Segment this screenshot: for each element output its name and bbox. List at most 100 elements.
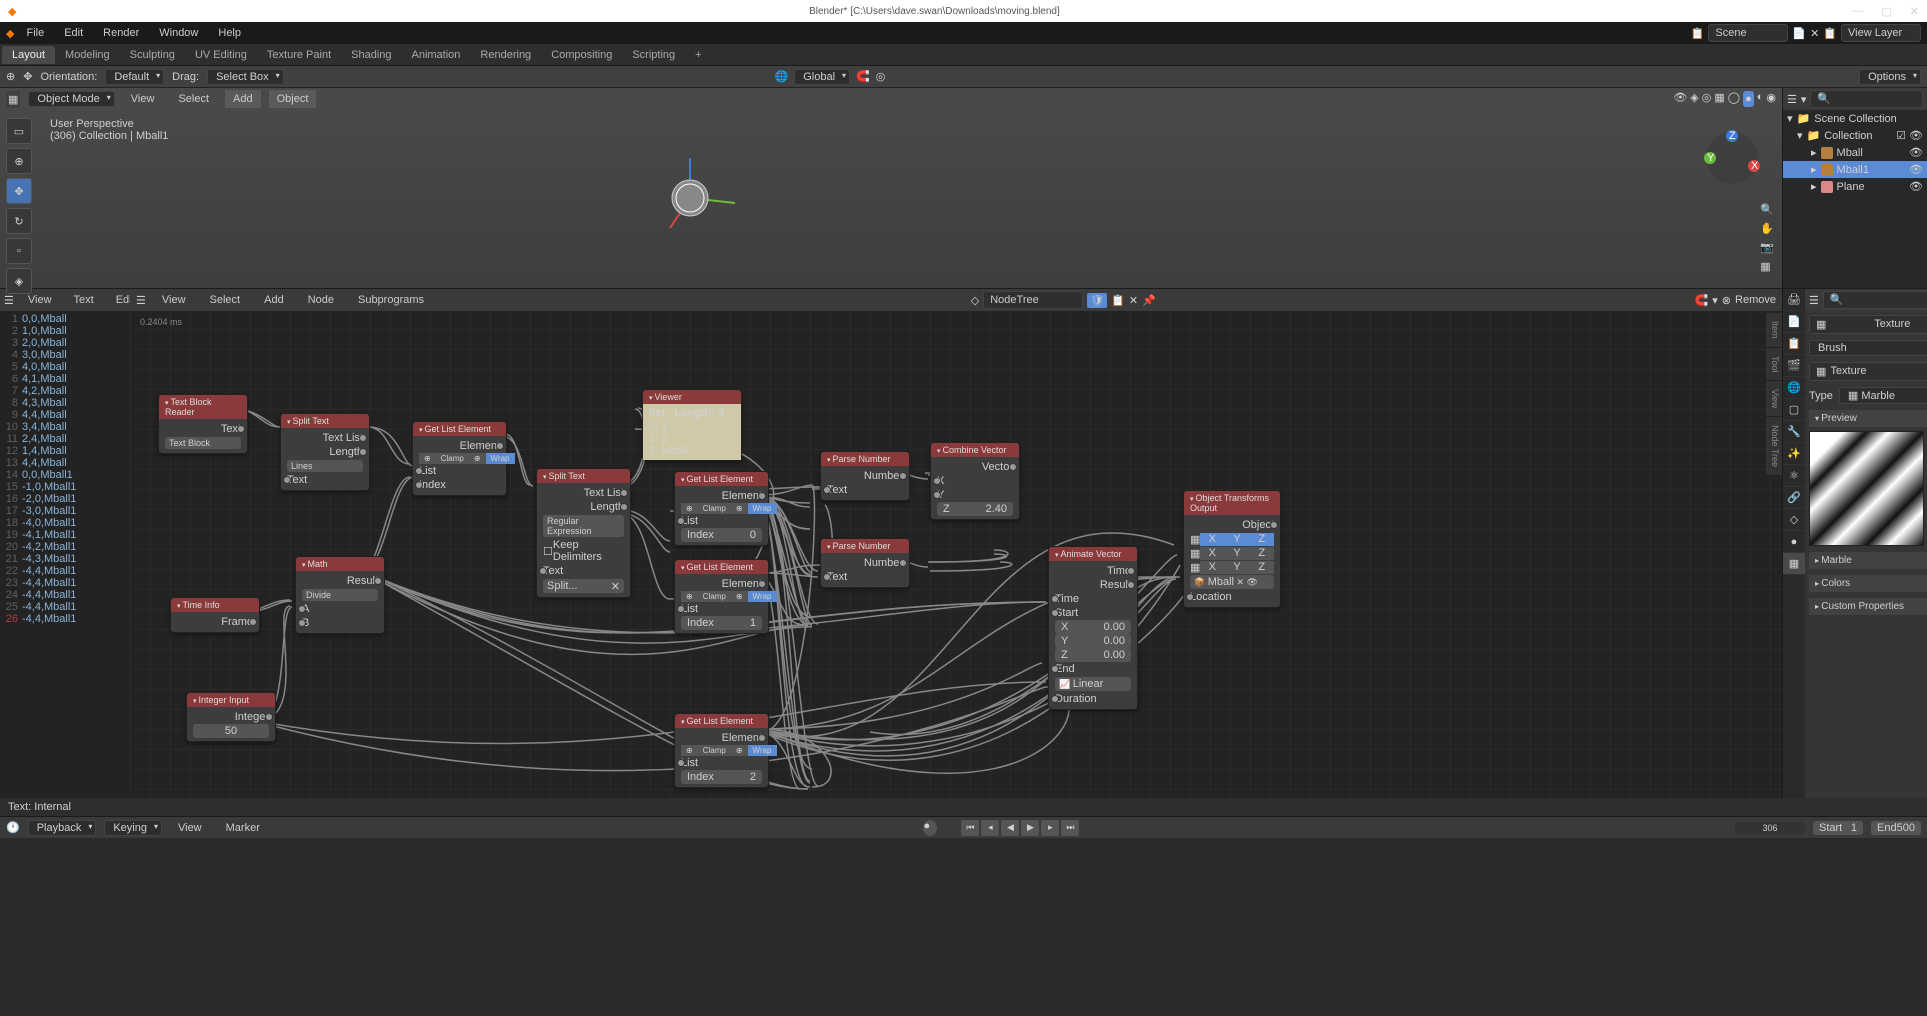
menu-window[interactable]: Window [151, 24, 206, 42]
node-parse-number-2[interactable]: Parse Number Number Text [820, 538, 910, 588]
keyframe-prev-button[interactable]: ◂ [981, 820, 999, 836]
ws-tab-scripting[interactable]: Scripting [622, 46, 685, 64]
prop-tab-particles[interactable]: ✨ [1783, 443, 1805, 465]
text-body[interactable]: 10,0,Mball21,0,Mball32,0,Mball43,0,Mball… [0, 311, 130, 798]
shading-wireframe-icon[interactable]: ◯ [1728, 91, 1740, 107]
ws-tab-modeling[interactable]: Modeling [55, 46, 120, 64]
preview-section[interactable]: Preview [1809, 410, 1927, 427]
z-input[interactable]: Z2.40 [937, 502, 1013, 516]
nav-gizmo[interactable]: Z X Y [1702, 128, 1762, 188]
playback-dropdown[interactable]: Playback [28, 820, 97, 836]
node-object-transforms-output[interactable]: Object Transforms Output Object ▦ X Y Z … [1183, 490, 1281, 608]
camera-icon[interactable]: 📷 [1760, 241, 1774, 254]
cursor-tool[interactable]: ⊕ [6, 148, 32, 174]
timeline-type-icon[interactable]: 🕐 [6, 821, 20, 834]
current-frame-input[interactable]: 306 [1735, 822, 1805, 834]
texture-slot[interactable]: ▦Texture 📋 📄 ✕ [1809, 362, 1927, 381]
node-get-list-element-3[interactable]: Get List Element Element ⊕Clamp⊕Wrap Lis… [674, 559, 769, 634]
options-dropdown[interactable]: Options [1859, 69, 1921, 85]
object-field[interactable]: 📦 Mball ✕ 👁 [1190, 575, 1274, 589]
selectability-icon[interactable]: 👁 [1673, 91, 1687, 107]
prop-tab-material[interactable]: ● [1783, 531, 1805, 553]
prop-tab-texture[interactable]: ▦ [1783, 553, 1805, 575]
clamp-wrap-buttons[interactable]: ⊕Clamp⊕Wrap [681, 745, 762, 756]
colors-section[interactable]: Colors [1809, 575, 1927, 592]
ws-tab-sculpting[interactable]: Sculpting [120, 46, 185, 64]
node-editor[interactable]: ☰ View Select Add Node Subprograms ◇ Nod… [130, 289, 1782, 798]
play-button[interactable]: ▶ [1021, 820, 1039, 836]
outliner-collection[interactable]: ▾📁Collection ☑ 👁 [1783, 127, 1927, 144]
index-input[interactable]: Index2 [681, 770, 762, 784]
menu-edit[interactable]: Edit [56, 24, 91, 42]
split-mode-field[interactable]: Lines [287, 460, 363, 472]
editor-type-icon[interactable]: ☰ [136, 294, 146, 307]
jump-start-button[interactable]: ⏮ [961, 820, 979, 836]
persp-icon[interactable]: ▦ [1760, 260, 1774, 273]
ws-tab-shading[interactable]: Shading [341, 46, 401, 64]
brush-dropdown[interactable]: Brush [1809, 340, 1927, 356]
viewlayer-selector[interactable]: View Layer [1841, 24, 1921, 42]
prop-tab-scene[interactable]: 🎬 [1783, 355, 1805, 377]
node-animate-vector[interactable]: Animate Vector Time Result Time Start X0… [1048, 546, 1138, 710]
split-mode-field[interactable]: Regular Expression [543, 515, 624, 537]
snap-icon[interactable]: 🧲 [1695, 294, 1709, 307]
prop-tab-world[interactable]: 🌐 [1783, 377, 1805, 399]
select-tool[interactable]: ▭ [6, 118, 32, 144]
node-viewer[interactable]: Viewer list - Length: 3 0: 4 1: 2 2: Mba… [642, 389, 742, 461]
vp-menu-view[interactable]: View [123, 90, 163, 108]
shading-matpreview-icon[interactable]: ◐ [1757, 91, 1764, 107]
minimize-button[interactable]: — [1852, 5, 1863, 18]
xray-icon[interactable]: ▦ [1714, 91, 1724, 107]
3d-object-gizmo[interactable] [640, 148, 740, 248]
outliner-type-icon[interactable]: ☰ [1787, 93, 1797, 106]
start-frame-input[interactable]: Start1 [1813, 821, 1863, 835]
outliner-item-plane[interactable]: ▸Plane 👁 [1783, 178, 1927, 195]
math-op-field[interactable]: Divide [302, 589, 378, 601]
ne-menu-subprograms[interactable]: Subprograms [350, 291, 432, 309]
scene-del-icon[interactable]: ✕ [1810, 27, 1819, 40]
timeline-marker-menu[interactable]: Marker [218, 819, 268, 837]
orientation-dropdown[interactable]: Default [105, 69, 164, 85]
ws-tab-layout[interactable]: Layout [2, 46, 55, 64]
node-split-text-1[interactable]: Split Text Text List Length Lines Text [280, 413, 370, 491]
node-get-list-element-1[interactable]: Get List Element Element ⊕Clamp⊕Wrap Lis… [412, 421, 507, 496]
unlink-icon[interactable]: ✕ [1129, 294, 1138, 307]
integer-value-input[interactable]: 50 [193, 724, 269, 738]
ne-menu-add[interactable]: Add [256, 291, 292, 309]
outliner-item-mball1[interactable]: ▸Mball1 👁 [1783, 161, 1927, 178]
node-split-text-2[interactable]: Split Text Text List Length Regular Expr… [536, 468, 631, 598]
overlays-icon[interactable]: ◎ [1702, 91, 1712, 107]
interp-field[interactable]: 📈 Linear [1055, 677, 1131, 691]
prop-tab-modifier[interactable]: 🔧 [1783, 421, 1805, 443]
vp-menu-object[interactable]: Object [269, 90, 317, 108]
maximize-button[interactable]: ▢ [1881, 5, 1891, 18]
node-get-list-element-2[interactable]: Get List Element Element ⊕Clamp⊕Wrap Lis… [674, 471, 769, 546]
drag-dropdown[interactable]: Select Box [207, 69, 284, 85]
outliner-scene-collection[interactable]: ▾📁Scene Collection [1783, 110, 1927, 127]
node-combine-vector[interactable]: Combine Vector Vector X Y Z2.40 [930, 442, 1020, 520]
props-type-icon[interactable]: ☰ [1809, 294, 1819, 307]
outliner-filter-icon[interactable]: ▾ [1801, 93, 1807, 106]
scene-new-icon[interactable]: 📄 [1792, 27, 1806, 40]
end-frame-input[interactable]: End500 [1871, 821, 1921, 835]
node-parse-number-1[interactable]: Parse Number Number Text [820, 451, 910, 501]
scene-selector[interactable]: Scene [1708, 24, 1788, 42]
prop-tab-object[interactable]: ▢ [1783, 399, 1805, 421]
ws-tab-uvediting[interactable]: UV Editing [185, 46, 257, 64]
pan-icon[interactable]: ✋ [1760, 222, 1774, 235]
close-button[interactable]: ✕ [1910, 5, 1919, 18]
outliner-item-mball[interactable]: ▸Mball 👁 [1783, 144, 1927, 161]
shading-solid-icon[interactable]: ● [1743, 91, 1754, 107]
node-math[interactable]: Math Result Divide A B [295, 556, 385, 634]
node-integer-input[interactable]: Integer Input Integer 50 [186, 692, 276, 742]
copy-icon[interactable]: 📋 [1111, 294, 1125, 307]
prop-tab-viewlayer[interactable]: 📋 [1783, 333, 1805, 355]
timeline-view-menu[interactable]: View [170, 819, 210, 837]
transform-orient-dropdown[interactable]: Global [794, 69, 850, 85]
shield-icon[interactable]: 🛡 [1087, 293, 1107, 308]
transform-tool[interactable]: ◈ [6, 268, 32, 294]
prop-tab-data[interactable]: ◇ [1783, 509, 1805, 531]
play-reverse-button[interactable]: ◀ [1001, 820, 1019, 836]
clamp-wrap-buttons[interactable]: ⊕Clamp⊕Wrap [419, 453, 500, 464]
tab-view[interactable]: View [1766, 381, 1782, 417]
